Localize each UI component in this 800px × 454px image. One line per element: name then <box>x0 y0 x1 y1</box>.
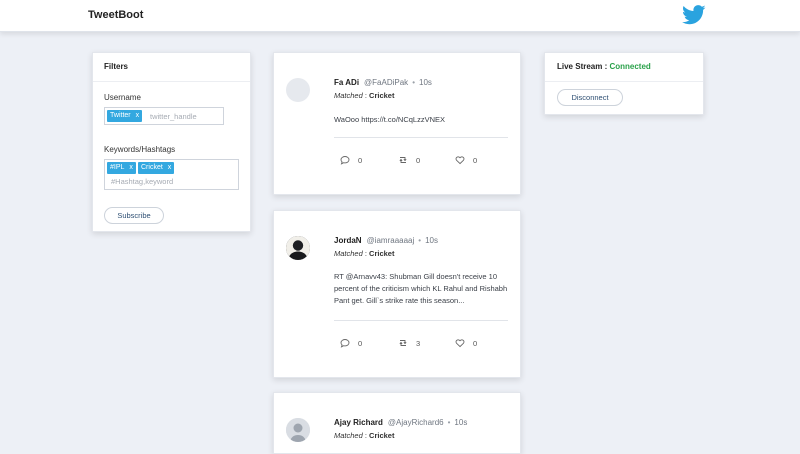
retweet-action[interactable]: 0 <box>398 155 420 165</box>
user-handle[interactable]: @AjayRichard6 <box>388 418 444 427</box>
divider <box>334 320 508 321</box>
avatar-photo-icon <box>286 236 310 260</box>
keywords-label: Keywords/Hashtags <box>104 145 176 154</box>
tweet-header: JordaN @iamraaaaaj • 10s <box>334 236 438 245</box>
heart-icon <box>455 339 465 348</box>
avatar <box>286 78 310 102</box>
reply-action[interactable]: 0 <box>340 338 362 348</box>
retweet-icon <box>399 157 407 163</box>
matched-label: Matched <box>334 249 363 258</box>
separator-dot: • <box>447 418 451 427</box>
keyword-tag: Cricket x <box>138 162 175 174</box>
tweet-card: Fa ADi @FaADiPak • 10s Matched : Cricket Wa… <box>273 52 521 195</box>
twitter-bird-icon <box>682 5 706 25</box>
tweet-time: 10s <box>419 78 432 87</box>
matched-line: Matched : Cricket <box>334 91 394 100</box>
username-label: Username <box>104 93 141 102</box>
avatar <box>286 236 310 260</box>
live-stream-panel: Live Stream : Connected Disconnect <box>544 52 704 115</box>
reply-icon <box>340 156 350 165</box>
tweet-card: JordaN @iamraaaaaj • 10s Matched : Cricket … <box>273 210 521 378</box>
tweet-header: Fa ADi @FaADiPak • 10s <box>334 78 432 87</box>
subscribe-button[interactable]: Subscribe <box>104 207 164 224</box>
tweet-card: Ajay Richard @AjayRichard6 • 10s Matched : … <box>273 392 521 454</box>
heart-icon <box>455 156 465 165</box>
separator-dot: • <box>412 78 415 87</box>
retweet-action[interactable]: 3 <box>398 338 420 348</box>
top-navbar: TweetBoot <box>0 0 800 32</box>
user-name[interactable]: JordaN <box>334 236 362 245</box>
retweet-count: 0 <box>416 155 421 165</box>
matched-value: Cricket <box>369 91 395 100</box>
user-handle[interactable]: @iamraaaaaj <box>367 236 415 245</box>
default-avatar-icon <box>286 418 310 442</box>
divider <box>334 137 508 138</box>
reply-count: 0 <box>358 338 363 348</box>
reply-icon <box>340 339 350 348</box>
matched-value: Cricket <box>369 249 395 258</box>
matched-line: Matched : Cricket <box>334 431 394 440</box>
keywords-input[interactable]: #IPL x Cricket x #Hashtag,keyword <box>104 159 239 190</box>
matched-label: Matched <box>334 91 363 100</box>
username-tag: Twitter x <box>107 110 143 122</box>
tweet-header: Ajay Richard @AjayRichard6 • 10s <box>334 418 467 427</box>
keywords-placeholder: #Hashtag,keyword <box>111 177 174 186</box>
username-input[interactable]: Twitter x twitter_handle <box>104 107 224 125</box>
filters-panel: Filters Username Twitter x twitter_handle… <box>92 52 251 232</box>
username-placeholder: twitter_handle <box>150 112 197 121</box>
tweet-time: 10s <box>425 236 438 245</box>
remove-tag-icon[interactable]: x <box>129 164 133 171</box>
remove-tag-icon[interactable]: x <box>136 112 140 119</box>
tweet-time: 10s <box>454 418 468 427</box>
reply-count: 0 <box>358 155 363 165</box>
avatar <box>286 418 310 442</box>
like-action[interactable]: 0 <box>455 155 477 165</box>
matched-label: Matched <box>334 431 363 440</box>
filters-title: Filters <box>104 62 129 71</box>
live-stream-label: Live Stream : <box>557 62 610 71</box>
like-count: 0 <box>473 155 478 165</box>
live-stream-header: Live Stream : Connected <box>545 53 703 82</box>
user-handle[interactable]: @FaADiPak <box>364 78 408 87</box>
disconnect-button[interactable]: Disconnect <box>557 89 623 106</box>
tweet-text: WaOoo https://t.co/NCqLzzVNEX <box>334 115 446 124</box>
reply-action[interactable]: 0 <box>340 155 362 165</box>
like-action[interactable]: 0 <box>455 338 477 348</box>
connection-status: Connected <box>609 62 651 71</box>
retweet-count: 3 <box>416 338 421 348</box>
live-stream-title: Live Stream : Connected <box>557 62 651 71</box>
separator-dot: • <box>418 236 422 245</box>
user-name[interactable]: Fa ADi <box>334 78 359 87</box>
remove-tag-icon[interactable]: x <box>168 164 172 171</box>
matched-line: Matched : Cricket <box>334 249 394 258</box>
app-title[interactable]: TweetBoot <box>88 9 143 21</box>
filters-header: Filters <box>93 53 250 82</box>
retweet-icon <box>399 340 407 346</box>
like-count: 0 <box>473 338 478 348</box>
keyword-tag: #IPL x <box>107 162 136 174</box>
matched-value: Cricket <box>369 431 395 440</box>
tweet-text: RT @Arnavv43: Shubman Gill doesn't recei… <box>334 272 508 305</box>
user-name[interactable]: Ajay Richard <box>334 418 383 427</box>
